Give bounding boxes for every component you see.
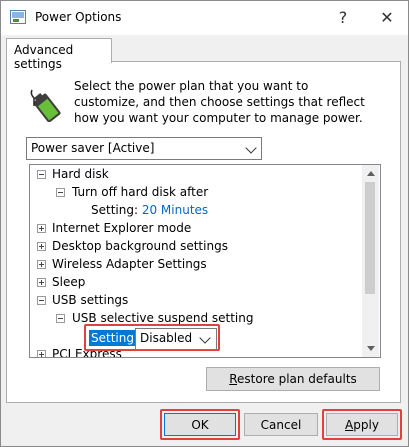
instructions-text: Select the power plan that you want to c… xyxy=(74,79,365,125)
title-bar: Power Options ? ✕ xyxy=(1,1,408,35)
usb-suspend-dropdown[interactable]: Disabled xyxy=(135,328,217,350)
tab-label: Advanced settings xyxy=(14,43,74,71)
scroll-up-arrow-icon[interactable] xyxy=(367,171,375,176)
window-title: Power Options xyxy=(35,10,122,24)
chevron-down-icon xyxy=(199,332,211,344)
scrollbar-thumb[interactable] xyxy=(365,182,375,294)
scroll-down-arrow-icon[interactable] xyxy=(367,346,375,351)
expand-icon[interactable] xyxy=(37,278,46,287)
tree-item-label: Sleep xyxy=(52,275,86,289)
expand-icon[interactable] xyxy=(37,224,46,233)
battery-power-icon xyxy=(30,89,61,122)
tree-scrollbar[interactable] xyxy=(362,165,379,357)
expand-icon[interactable] xyxy=(37,242,46,251)
usb-setting-label: Setting: xyxy=(89,330,141,346)
restore-accelerator: R xyxy=(229,372,238,386)
tree-item-hard-disk-setting[interactable]: Setting: 20 Minutes xyxy=(91,201,208,219)
restore-label: estore plan defaults xyxy=(237,372,357,386)
collapse-icon[interactable] xyxy=(56,188,65,197)
chevron-down-icon xyxy=(245,142,257,154)
tab-advanced-settings[interactable]: Advanced settings xyxy=(6,38,112,71)
help-button[interactable]: ? xyxy=(321,1,365,35)
expand-icon[interactable] xyxy=(37,350,46,357)
power-plan-dropdown[interactable]: Power saver [Active] xyxy=(26,137,262,160)
tree-item-label: Wireless Adapter Settings xyxy=(52,257,207,271)
collapse-icon[interactable] xyxy=(56,314,65,323)
power-plan-value: Power saver [Active] xyxy=(31,141,155,155)
apply-highlight xyxy=(322,409,402,440)
tree-item-label: USB settings xyxy=(52,293,129,307)
usb-suspend-value: Disabled xyxy=(140,331,193,345)
tree-item-label: Hard disk xyxy=(52,167,109,181)
expand-icon[interactable] xyxy=(37,260,46,269)
close-button[interactable]: ✕ xyxy=(365,1,409,35)
power-options-icon xyxy=(10,10,26,24)
setting-prefix: Setting: xyxy=(91,203,139,217)
ok-highlight xyxy=(160,409,240,440)
hard-disk-setting-link[interactable]: 20 Minutes xyxy=(142,203,208,217)
tree-item-label: Internet Explorer mode xyxy=(52,221,192,235)
cancel-button[interactable]: Cancel xyxy=(244,413,318,436)
restore-plan-defaults-button[interactable]: Restore plan defaults xyxy=(206,367,380,391)
collapse-icon[interactable] xyxy=(37,296,46,305)
tree-item-label: Turn off hard disk after xyxy=(72,185,209,199)
tree-item-label: Desktop background settings xyxy=(52,239,228,253)
collapse-icon[interactable] xyxy=(37,170,46,179)
